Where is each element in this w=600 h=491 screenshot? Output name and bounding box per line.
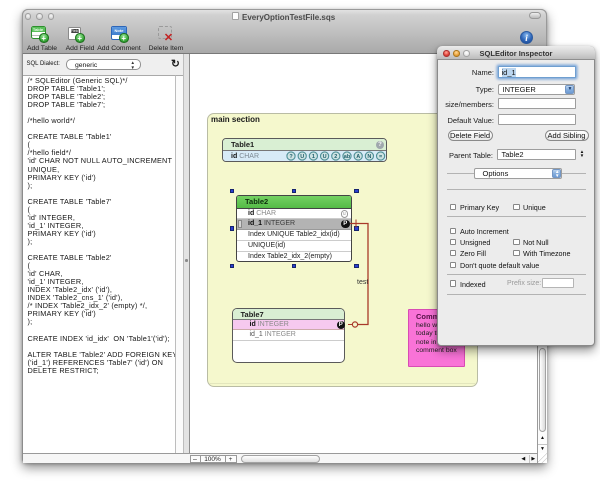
svg-text:N: N <box>367 154 371 160</box>
svg-text:A: A <box>356 154 360 160</box>
svg-text:ab: ab <box>344 154 351 160</box>
svg-text:U: U <box>323 154 327 160</box>
svg-text:U: U <box>300 154 304 160</box>
svg-text:1: 1 <box>312 154 315 160</box>
svg-text:=: = <box>379 154 382 160</box>
svg-text:2: 2 <box>334 154 337 160</box>
